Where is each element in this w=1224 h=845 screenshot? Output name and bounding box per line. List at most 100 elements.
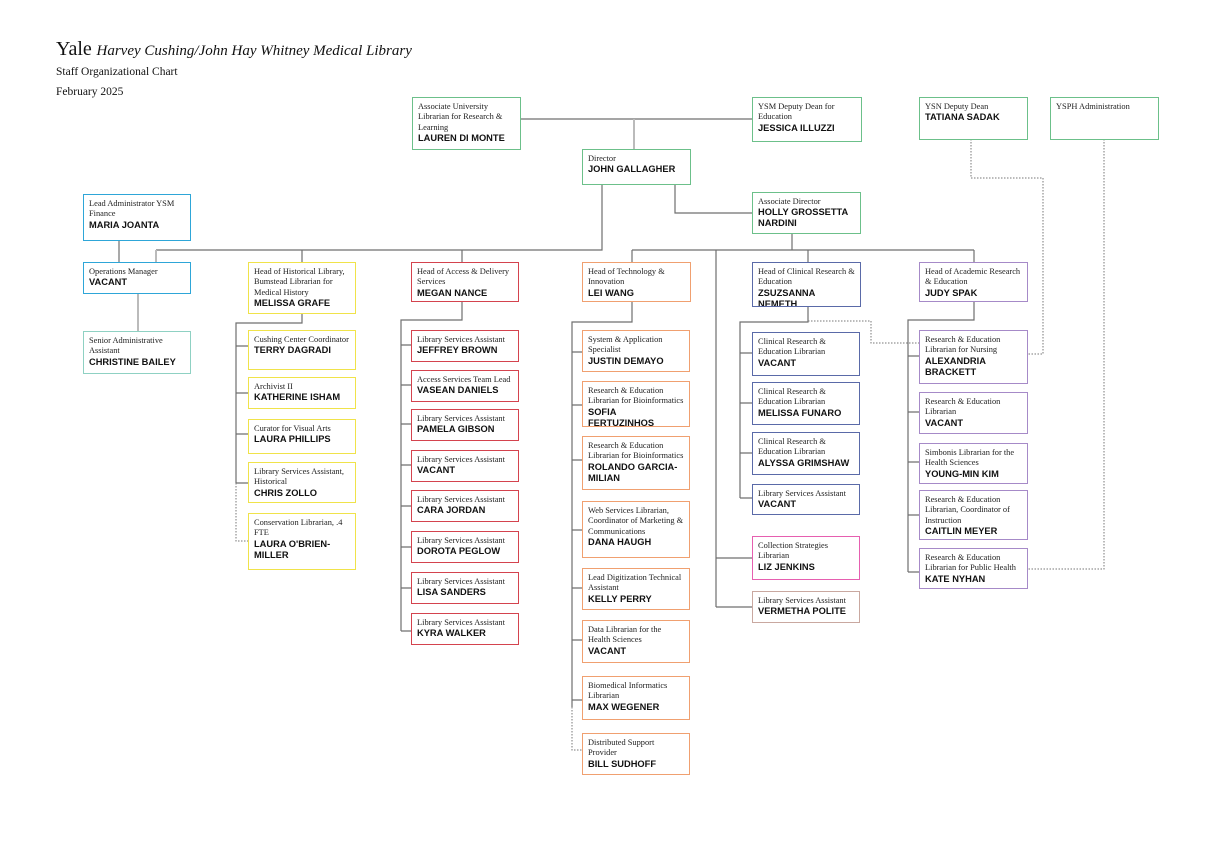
node-name: KELLY PERRY [588, 593, 652, 604]
node-name: KATHERINE ISHAM [254, 392, 341, 403]
node-name: TATIANA SADAK [925, 112, 1000, 123]
node-access-staff[interactable]: Library Services Assistant KYRA WALKER [411, 613, 519, 645]
node-clinical-staff[interactable]: Clinical Research & Education Librarian … [752, 432, 860, 475]
node-historical-staff[interactable]: Curator for Visual Arts LAURA PHILLIPS [248, 419, 356, 454]
dotted-ysph-publichealth [1028, 139, 1105, 570]
node-role: Research & Education Librarian for Bioin… [588, 386, 684, 406]
node-tech-staff[interactable]: System & Application Specialist JUSTIN D… [582, 330, 690, 372]
node-role: Simbonis Librarian for the Health Scienc… [925, 448, 1015, 468]
node-name: VACANT [417, 465, 456, 476]
node-name: VACANT [758, 357, 797, 368]
node-name: LIZ JENKINS [758, 561, 815, 572]
node-historical-staff[interactable]: Library Services Assistant, Historical C… [248, 462, 356, 503]
node-historical-staff[interactable]: Cushing Center Coordinator TERRY DAGRADI [248, 330, 356, 370]
node-name: KATE NYHAN [925, 573, 986, 584]
node-clinical-staff[interactable]: Clinical Research & Education Librarian … [752, 332, 860, 376]
node-operations-manager[interactable]: Operations Manager VACANT [83, 262, 191, 294]
node-role: Senior Administrative Assistant [89, 336, 163, 356]
node-ysm-deputy-dean[interactable]: YSM Deputy Dean for Education JESSICA IL… [752, 97, 862, 142]
node-academic-staff[interactable]: Research & Education Librarian VACANT [919, 392, 1028, 434]
node-name: TERRY DAGRADI [254, 345, 331, 356]
node-collections-librarian[interactable]: Collection Strategies Librarian LIZ JENK… [752, 536, 860, 580]
connector-collections-children [716, 557, 752, 608]
node-director[interactable]: Director JOHN GALLAGHER [582, 149, 691, 185]
connector-hist-children [236, 345, 248, 484]
node-role: Clinical Research & Education Librarian [758, 387, 826, 407]
node-role: Distributed Support Provider [588, 738, 655, 758]
node-aul[interactable]: Associate University Librarian for Resea… [412, 97, 521, 150]
node-name: LAURA PHILLIPS [254, 434, 331, 445]
node-name: JEFFREY BROWN [417, 345, 498, 356]
node-role: Research & Education Librarian for Bioin… [588, 441, 684, 461]
node-name: CHRISTINE BAILEY [89, 356, 176, 367]
connector-tech-children [572, 351, 582, 701]
node-role: Conservation Librarian, .4 FTE [254, 518, 343, 538]
node-role: Associate University Librarian for Resea… [418, 102, 503, 132]
node-name: LEI WANG [588, 287, 634, 298]
node-role: YSPH Administration [1056, 102, 1130, 111]
node-access-staff[interactable]: Library Services Assistant CARA JORDAN [411, 490, 519, 522]
node-head-academic[interactable]: Head of Academic Research & Education JU… [919, 262, 1028, 302]
node-tech-staff[interactable]: Data Librarian for the Health Sciences V… [582, 620, 690, 663]
node-role: Library Services Assistant, Historical [254, 467, 345, 487]
node-role: Library Services Assistant [417, 536, 505, 545]
node-name: VASEAN DANIELS [417, 385, 499, 396]
node-ysn-deputy-dean[interactable]: YSN Deputy Dean TATIANA SADAK [919, 97, 1028, 140]
node-role: Clinical Research & Education Librarian [758, 337, 826, 357]
node-role: Library Services Assistant [417, 577, 505, 586]
node-name: YOUNG-MIN KIM [925, 468, 999, 479]
dotted-ysn-nursing [970, 139, 1044, 355]
node-role: Library Services Assistant [758, 596, 846, 605]
node-access-staff[interactable]: Library Services Assistant VACANT [411, 450, 519, 482]
dotted-tech-distributed [571, 707, 582, 751]
node-access-staff[interactable]: Access Services Team Lead VASEAN DANIELS [411, 370, 519, 402]
node-access-staff[interactable]: Library Services Assistant DOROTA PEGLOW [411, 531, 519, 563]
node-name: VACANT [758, 499, 797, 510]
node-historical-staff[interactable]: Archivist II KATHERINE ISHAM [248, 377, 356, 409]
node-access-staff[interactable]: Library Services Assistant LISA SANDERS [411, 572, 519, 604]
node-tech-staff[interactable]: Web Services Librarian, Coordinator of M… [582, 501, 690, 558]
node-name: KYRA WALKER [417, 628, 486, 639]
node-role: Access Services Team Lead [417, 375, 511, 384]
node-role: System & Application Specialist [588, 335, 663, 355]
node-name: HOLLY GROSSETTA NARDINI [758, 207, 848, 229]
node-tech-staff[interactable]: Distributed Support Provider BILL SUDHOF… [582, 733, 690, 775]
node-tech-staff[interactable]: Lead Digitization Technical Assistant KE… [582, 568, 690, 610]
node-historical-staff[interactable]: Conservation Librarian, .4 FTE LAURA O'B… [248, 513, 356, 570]
node-role: Library Services Assistant [417, 495, 505, 504]
node-role: Research & Education Librarian for Nursi… [925, 335, 1001, 355]
node-associate-director[interactable]: Associate Director HOLLY GROSSETTA NARDI… [752, 192, 861, 234]
node-name: ZSUZSANNA NEMETH [758, 287, 815, 307]
node-tech-staff[interactable]: Research & Education Librarian for Bioin… [582, 381, 690, 427]
node-role: Head of Historical Library, Bumstead Lib… [254, 267, 345, 297]
node-role: Collection Strategies Librarian [758, 541, 829, 561]
node-tech-staff[interactable]: Research & Education Librarian for Bioin… [582, 436, 690, 490]
node-ysph-administration[interactable]: YSPH Administration [1050, 97, 1159, 140]
node-lead-administrator[interactable]: Lead Administrator YSM Finance MARIA JOA… [83, 194, 191, 241]
node-role: Lead Administrator YSM Finance [89, 199, 175, 219]
node-access-staff[interactable]: Library Services Assistant PAMELA GIBSON [411, 409, 519, 441]
node-senior-admin-assistant[interactable]: Senior Administrative Assistant CHRISTIN… [83, 331, 191, 374]
node-role: Head of Academic Research & Education [925, 267, 1021, 287]
node-head-historical[interactable]: Head of Historical Library, Bumstead Lib… [248, 262, 356, 314]
node-head-access[interactable]: Head of Access & Delivery Services MEGAN… [411, 262, 519, 302]
node-clinical-staff[interactable]: Library Services Assistant VACANT [752, 484, 860, 515]
node-academic-staff[interactable]: Research & Education Librarian, Coordina… [919, 490, 1028, 540]
node-role: Research & Education Librarian for Publi… [925, 553, 1016, 573]
node-academic-staff[interactable]: Simbonis Librarian for the Health Scienc… [919, 443, 1028, 484]
node-name: ROLANDO GARCIA-MILIAN [588, 461, 678, 483]
node-access-staff[interactable]: Library Services Assistant JEFFREY BROWN [411, 330, 519, 362]
node-head-technology[interactable]: Head of Technology & Innovation LEI WANG [582, 262, 691, 302]
node-academic-staff[interactable]: Research & Education Librarian for Nursi… [919, 330, 1028, 384]
node-academic-staff[interactable]: Research & Education Librarian for Publi… [919, 548, 1028, 589]
node-role: Library Services Assistant [758, 489, 846, 498]
node-name: ALYSSA GRIMSHAW [758, 457, 850, 468]
node-clinical-staff[interactable]: Clinical Research & Education Librarian … [752, 382, 860, 425]
node-role: Archivist II [254, 382, 293, 391]
connector-clin-children [740, 352, 752, 499]
node-name: BILL SUDHOFF [588, 758, 657, 769]
node-head-clinical[interactable]: Head of Clinical Research & Education ZS… [752, 262, 861, 307]
node-collections-assistant[interactable]: Library Services Assistant VERMETHA POLI… [752, 591, 860, 623]
node-name: JUDY SPAK [925, 287, 978, 298]
node-tech-staff[interactable]: Biomedical Informatics Librarian MAX WEG… [582, 676, 690, 720]
